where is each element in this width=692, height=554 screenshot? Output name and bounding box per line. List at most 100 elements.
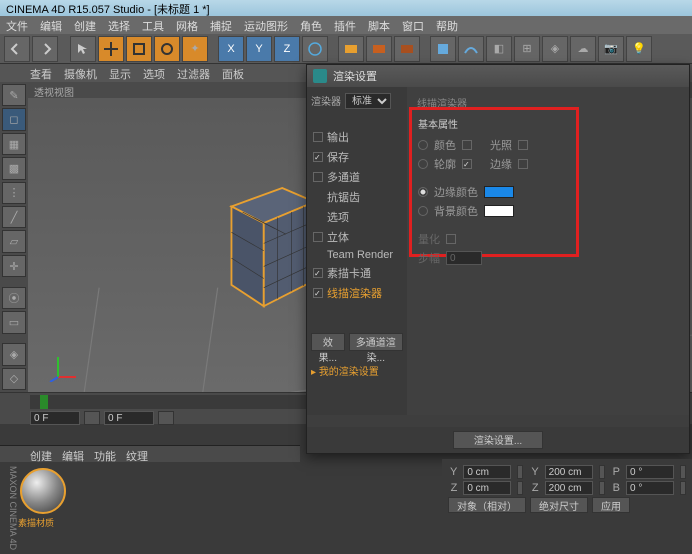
menu-edit[interactable]: 编辑 [40,18,62,32]
outline-radio[interactable] [418,159,428,169]
quantize-checkbox[interactable] [446,234,456,244]
illum-checkbox[interactable] [518,140,528,150]
undo-button[interactable] [4,36,30,62]
rs-item-aa[interactable]: 抗锯齿 [311,187,403,207]
spin-y2[interactable] [599,465,605,479]
rs-item-options[interactable]: 选项 [311,207,403,227]
size-mode-button[interactable]: 绝对尺寸 [530,497,588,513]
multipass-button[interactable]: 多通道渲染... [349,333,403,351]
steps-input[interactable] [446,251,482,265]
menu-script[interactable]: 脚本 [368,18,390,32]
render-settings-button[interactable] [394,36,420,62]
color-radio[interactable] [418,140,428,150]
menu-tools[interactable]: 工具 [142,18,164,32]
rs-item-output[interactable]: 输出 [311,127,403,147]
size-y[interactable] [545,465,593,479]
move-tool[interactable] [98,36,124,62]
nurbs-button[interactable]: ◧ [486,36,512,62]
pos-z[interactable] [463,481,511,495]
mat-tab-func[interactable]: 功能 [94,448,116,460]
point-mode[interactable]: ⋮ [2,182,26,204]
render-settings-titlebar[interactable]: 渲染设置 [307,65,689,87]
spin-p[interactable] [680,465,686,479]
cube-object[interactable] [228,188,318,308]
vtab-view[interactable]: 查看 [30,66,52,80]
tool-b[interactable]: ◇ [2,368,26,390]
y-axis-lock[interactable]: Y [246,36,272,62]
frame-current[interactable] [104,411,154,425]
texture-mode[interactable]: ▦ [2,133,26,155]
my-render-settings[interactable]: 我的渲染设置 [311,363,403,378]
spline-primitive[interactable] [458,36,484,62]
effect-button[interactable]: 效果... [311,333,345,351]
menu-character[interactable]: 角色 [300,18,322,32]
menu-mesh[interactable]: 网格 [176,18,198,32]
environment-button[interactable]: ☁ [570,36,596,62]
scale-tool[interactable] [126,36,152,62]
color-checkbox[interactable] [462,140,472,150]
vtab-options[interactable]: 选项 [143,66,165,80]
menu-window[interactable]: 窗口 [402,18,424,32]
menu-help[interactable]: 帮助 [436,18,458,32]
menu-select[interactable]: 选择 [108,18,130,32]
tool-a[interactable]: ◈ [2,343,26,365]
cube-primitive[interactable] [430,36,456,62]
edgecolor-swatch[interactable] [484,186,514,198]
frame-cur-spin[interactable] [158,411,174,425]
rotate-tool[interactable] [154,36,180,62]
menu-plugins[interactable]: 插件 [334,18,356,32]
spin-y[interactable] [517,465,523,479]
bgcolor-swatch[interactable] [484,205,514,217]
edge-mode[interactable]: ╱ [2,206,26,228]
x-axis-lock[interactable]: X [218,36,244,62]
render-settings-footer-button[interactable]: 渲染设置... [453,431,543,449]
menu-mograph[interactable]: 运动图形 [244,18,288,32]
material-preview[interactable] [20,468,66,514]
rs-item-multipass[interactable]: 多通道 [311,167,403,187]
vtab-display[interactable]: 显示 [109,66,131,80]
playhead[interactable] [40,395,48,409]
deformer-button[interactable]: ◈ [542,36,568,62]
render-region-button[interactable] [366,36,392,62]
vtab-panel[interactable]: 面板 [222,66,244,80]
rs-item-sketch[interactable]: 素描卡通 [311,263,403,283]
bgcolor-radio[interactable] [418,206,428,216]
frame-start-spin[interactable] [84,411,100,425]
rs-item-stereo[interactable]: 立体 [311,227,403,247]
snap-toggle[interactable]: ⦿ [2,287,26,309]
coord-mode-button[interactable]: 对象（相对） [448,497,526,513]
mat-tab-create[interactable]: 创建 [30,448,52,460]
rs-item-cel[interactable]: 线描渲染器 [311,283,403,303]
mat-tab-tex[interactable]: 纹理 [126,448,148,460]
spin-z2[interactable] [599,481,605,495]
renderer-select[interactable]: 标准 [345,93,391,109]
model-mode[interactable]: ◻ [2,108,26,130]
rot-p[interactable] [626,465,674,479]
edgecolor-radio[interactable] [418,187,428,197]
rs-item-save[interactable]: 保存 [311,147,403,167]
camera-button[interactable]: 📷 [598,36,624,62]
material-name[interactable]: 素描材质 [18,516,68,529]
light-button[interactable]: 💡 [626,36,652,62]
rs-item-teamrender[interactable]: Team Render [311,247,403,263]
vtab-filter[interactable]: 过滤器 [177,66,210,80]
poly-mode[interactable]: ▱ [2,230,26,252]
workplane[interactable]: ▭ [2,311,26,333]
rot-b[interactable] [626,481,674,495]
redo-button[interactable] [32,36,58,62]
outline-checkbox[interactable] [462,159,472,169]
size-z[interactable] [545,481,593,495]
menu-create[interactable]: 创建 [74,18,96,32]
mat-tab-edit[interactable]: 编辑 [62,448,84,460]
select-tool[interactable] [70,36,96,62]
spin-z[interactable] [517,481,523,495]
pos-y[interactable] [463,465,511,479]
menu-file[interactable]: 文件 [6,18,28,32]
coord-system[interactable] [302,36,328,62]
array-button[interactable]: ⊞ [514,36,540,62]
make-editable[interactable]: ✎ [2,84,26,106]
menu-snap[interactable]: 捕捉 [210,18,232,32]
uv-mode[interactable]: ▩ [2,157,26,179]
frame-start[interactable] [30,411,80,425]
render-view-button[interactable] [338,36,364,62]
